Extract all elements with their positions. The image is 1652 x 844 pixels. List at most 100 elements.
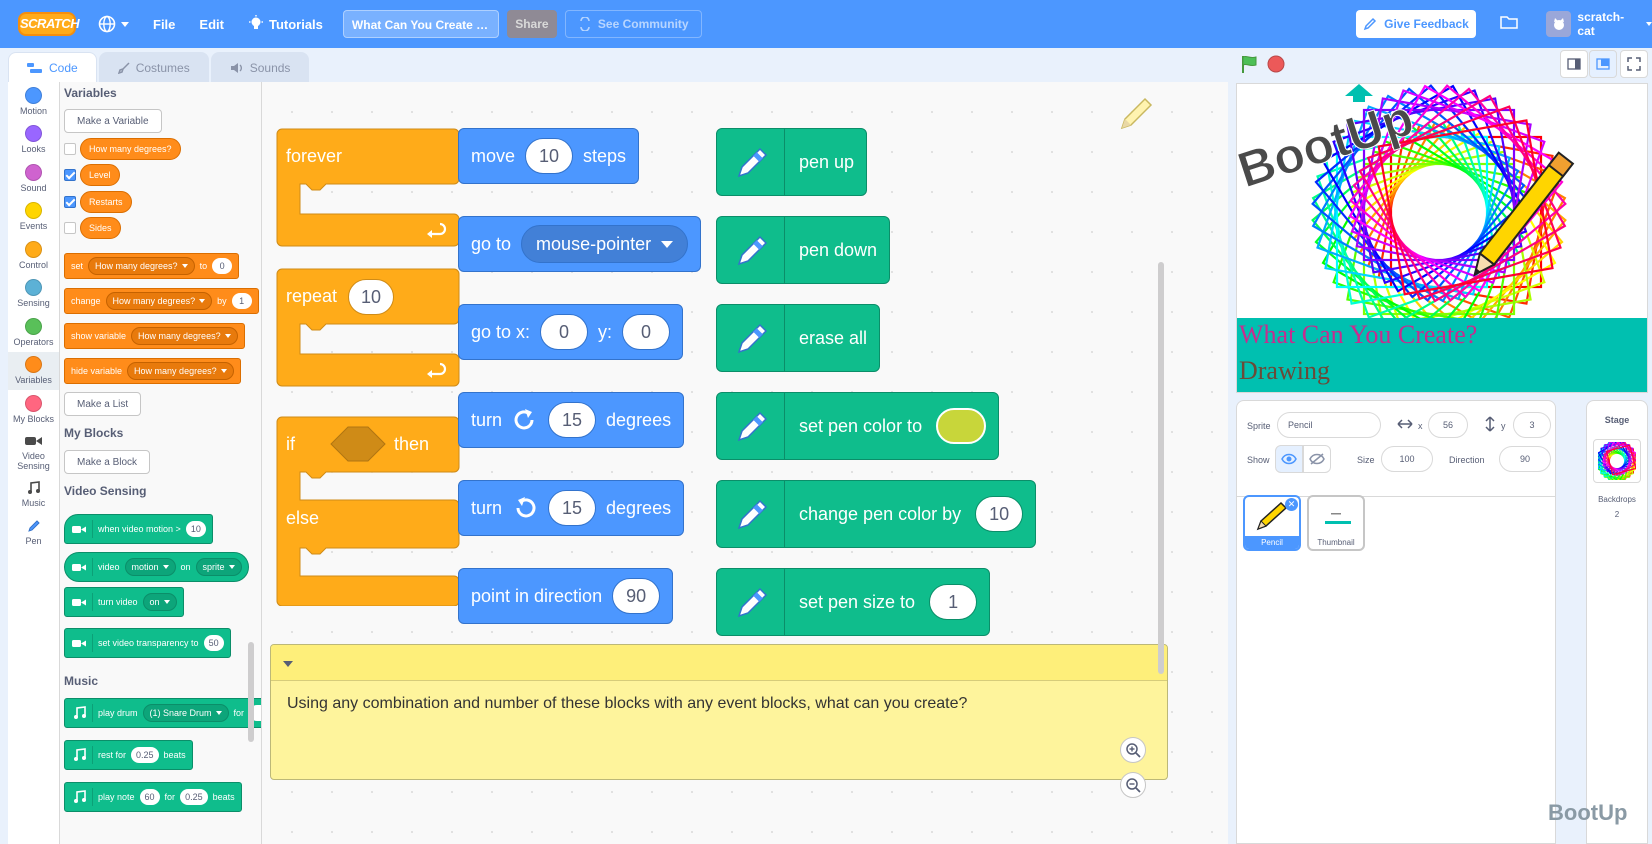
variable-reporter[interactable]: Restarts [80,191,132,213]
category-sound[interactable]: Sound [8,159,59,198]
y-input[interactable]: 0 [622,314,671,350]
turn-video-block[interactable]: turn video on [64,587,184,617]
turn-left-block[interactable]: turn 15 degrees [458,480,685,536]
project-title-input[interactable]: What Can You Create - D... [342,10,499,38]
boolean-slot[interactable] [330,426,386,462]
show-visible-button[interactable] [1275,445,1303,473]
repeat-count-input[interactable]: 10 [348,279,395,315]
share-button[interactable]: Share [506,10,557,38]
move-steps-block[interactable]: move 10 steps [458,128,640,184]
give-feedback-button[interactable]: Give Feedback [1356,10,1476,38]
stage-canvas[interactable]: BootUp What Can You Create? Drawing [1236,83,1648,393]
value-input[interactable]: 0 [212,258,233,274]
small-stage-button[interactable] [1560,50,1588,78]
category-pen[interactable]: Pen [8,513,59,552]
value-input[interactable]: 1 [231,293,252,309]
sprite-tile-pencil[interactable]: ✕ Pencil [1243,495,1301,551]
variable-checkbox[interactable] [64,222,76,234]
folder-icon[interactable] [1500,14,1518,30]
see-community-button[interactable]: See Community [564,10,702,38]
user-menu[interactable]: scratch-cat [1546,10,1652,38]
category-video-sensing[interactable]: Video Sensing [8,429,59,475]
size-input[interactable]: 100 [1381,446,1433,472]
workspace-comment[interactable]: Using any combination and number of thes… [270,644,1168,780]
value-input[interactable]: 0.25 [131,747,159,763]
variable-dropdown[interactable]: How many degrees? [105,292,213,310]
tab-sounds[interactable]: Sounds [210,52,310,82]
stage-selector[interactable]: Stage Backdrops 2 [1586,400,1648,844]
variable-reporter[interactable]: Level [80,164,120,186]
go-to-target-dropdown[interactable]: mouse-pointer [521,225,689,263]
forever-block[interactable]: forever [276,128,460,248]
scratch-logo[interactable]: SCRATCH [18,12,80,36]
show-hidden-button[interactable] [1303,445,1331,473]
value-input[interactable]: 50 [203,635,224,651]
large-stage-button[interactable] [1589,50,1617,78]
sprite-name-input[interactable]: Pencil [1277,412,1381,438]
change-pen-color-block[interactable]: change pen color by 10 [716,480,1037,548]
set-video-transparency-block[interactable]: set video transparency to 50 [64,628,231,658]
language-menu[interactable] [86,0,141,48]
degrees-input[interactable]: 15 [548,490,597,526]
make-list-button[interactable]: Make a List [64,392,142,416]
color-change-input[interactable]: 10 [975,496,1024,532]
sprite-tile-thumbnail[interactable]: Thumbnail [1307,495,1365,551]
category-music[interactable]: Music [8,475,59,514]
value-input[interactable]: 10 [185,521,206,537]
value-input[interactable]: 60 [139,789,160,805]
point-in-direction-block[interactable]: point in direction 90 [458,568,674,624]
delete-sprite-icon[interactable]: ✕ [1285,498,1298,511]
set-variable-block[interactable]: set How many degrees? to 0 [64,253,240,279]
steps-input[interactable]: 10 [525,138,574,174]
drum-dropdown[interactable]: (1) Snare Drum [142,704,229,722]
if-else-block[interactable]: if then else [276,416,460,606]
rest-for-block[interactable]: rest for 0.25 beats [64,740,193,770]
x-input[interactable]: 56 [1428,412,1468,438]
pen-color-swatch[interactable] [936,408,987,444]
when-video-motion-block[interactable]: when video motion > 10 [64,514,213,544]
category-control[interactable]: Control [8,236,59,275]
set-pen-size-block[interactable]: set pen size to 1 [716,568,991,636]
play-drum-block[interactable]: play drum (1) Snare Drum for [64,698,261,728]
repeat-block[interactable]: repeat 10 [276,268,460,388]
play-note-block[interactable]: play note 60 for 0.25 beats [64,782,242,812]
tutorials-menu[interactable]: Tutorials [236,0,335,48]
variable-dropdown[interactable]: How many degrees? [127,362,234,380]
degrees-input[interactable]: 15 [548,402,597,438]
green-flag-icon[interactable] [1240,54,1260,74]
palette-scrollbar[interactable] [248,642,254,742]
comment-text[interactable]: Using any combination and number of thes… [271,681,1167,727]
y-input[interactable]: 3 [1513,412,1551,438]
x-input[interactable]: 0 [540,314,589,350]
category-operators[interactable]: Operators [8,313,59,352]
zoom-in-button[interactable] [1120,737,1146,763]
backdrop-thumbnail[interactable] [1593,439,1641,483]
category-looks[interactable]: Looks [8,121,59,160]
video-motion-reporter[interactable]: video motion on sprite [64,552,249,582]
show-variable-block[interactable]: show variable How many degrees? [64,323,245,349]
attribute-dropdown[interactable]: motion [124,558,176,576]
variable-checkbox[interactable] [64,196,76,208]
variable-reporter[interactable]: How many degrees? [80,138,181,160]
pen-down-block[interactable]: pen down [716,216,891,284]
category-my-blocks[interactable]: My Blocks [8,390,59,429]
direction-input[interactable]: 90 [1499,446,1551,472]
collapse-arrow-icon[interactable] [283,661,293,667]
file-menu[interactable]: File [141,0,187,48]
variable-reporter[interactable]: Sides [80,217,121,239]
go-to-block[interactable]: go to mouse-pointer [458,216,702,272]
tab-costumes[interactable]: Costumes [98,52,209,82]
pen-size-input[interactable]: 1 [929,584,978,620]
erase-all-block[interactable]: erase all [716,304,881,372]
change-variable-block[interactable]: change How many degrees? by 1 [64,288,259,314]
direction-input[interactable]: 90 [612,578,661,614]
category-variables[interactable]: Variables [8,351,59,390]
make-variable-button[interactable]: Make a Variable [64,109,162,133]
category-motion[interactable]: Motion [8,82,59,121]
hide-variable-block[interactable]: hide variable How many degrees? [64,358,241,384]
script-scrollbar[interactable] [1158,262,1164,674]
fullscreen-button[interactable] [1620,50,1648,78]
comment-header[interactable] [271,645,1167,681]
pen-up-block[interactable]: pen up [716,128,868,196]
category-events[interactable]: Events [8,198,59,237]
